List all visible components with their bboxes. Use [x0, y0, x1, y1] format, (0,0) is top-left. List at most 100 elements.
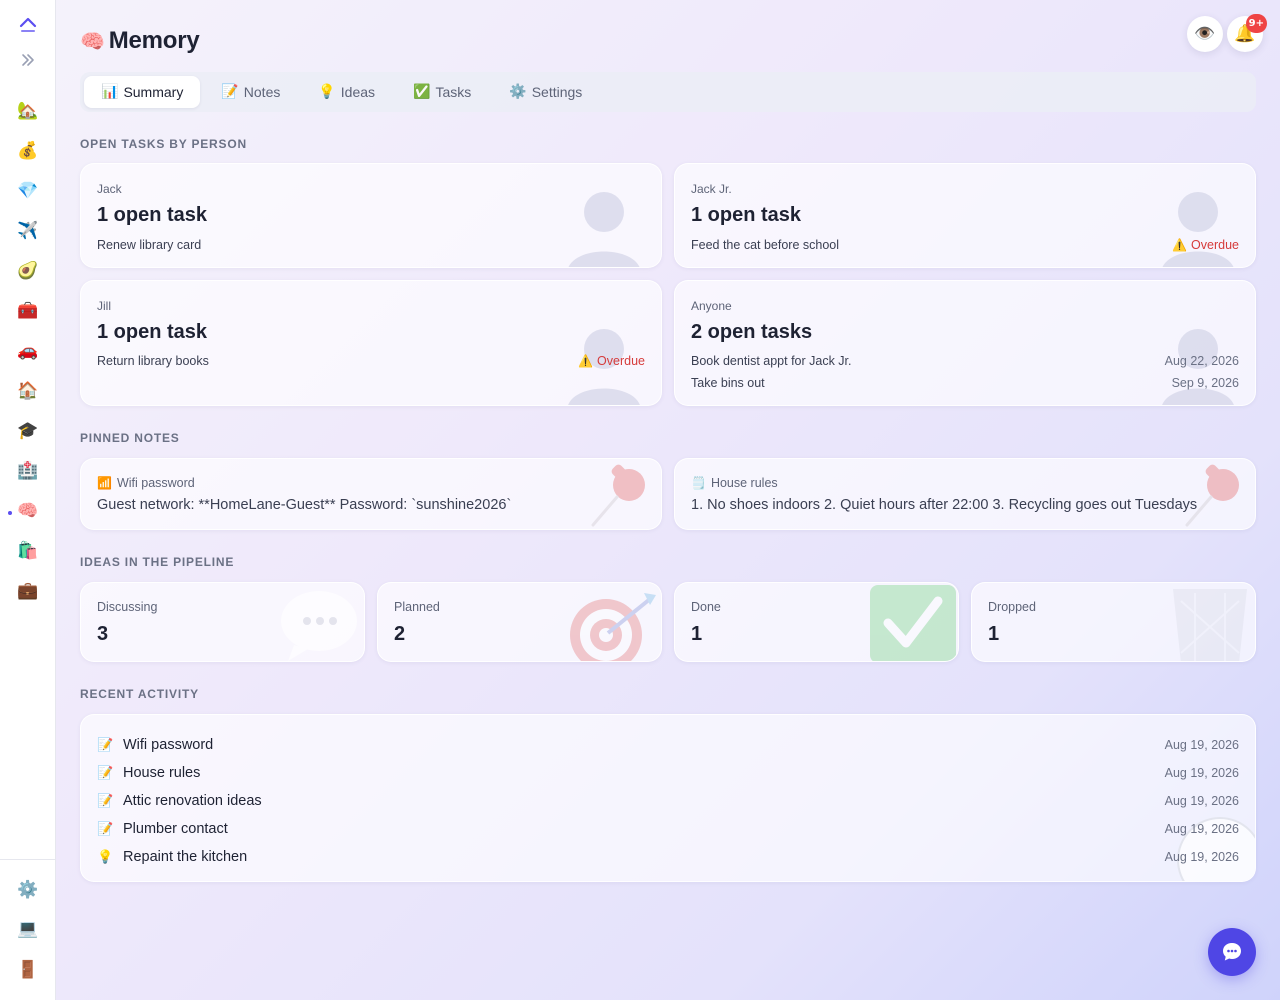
tab-notes[interactable]: 📝 Notes	[204, 76, 297, 108]
person-card-anyone[interactable]: Anyone 2 open tasks Book dentist appt fo…	[674, 280, 1256, 406]
task-row[interactable]: Return library books ⚠️ Overdue	[97, 352, 645, 370]
clock-watermark-icon	[1177, 817, 1255, 881]
sidebar-item-food[interactable]: 🥑	[12, 255, 44, 287]
notifications-button[interactable]: 🔔 9+	[1227, 14, 1267, 52]
sidebar-item-shopping[interactable]: 🛍️	[12, 535, 44, 567]
section-label-recent-activity: RECENT ACTIVITY	[80, 687, 199, 701]
sidebar-item-education[interactable]: 🎓	[12, 415, 44, 447]
sidebar-item-health[interactable]: 🏥	[12, 455, 44, 487]
target-icon	[570, 593, 656, 661]
idea-stage-label: Planned	[394, 600, 440, 614]
idea-stage-done[interactable]: Done 1	[674, 582, 959, 662]
activity-date: Aug 19, 2026	[1164, 738, 1239, 752]
person-card-jill[interactable]: Jill 1 open task Return library books ⚠️…	[80, 280, 662, 406]
task-due-date: Sep 9, 2026	[1171, 376, 1239, 390]
idea-stage-count: 1	[988, 623, 1000, 645]
task-text: Book dentist appt for Jack Jr.	[691, 354, 852, 368]
brain-icon: 🧠	[17, 501, 39, 521]
open-task-count: 2 open tasks	[691, 321, 813, 343]
section-label-pinned-notes: PINNED NOTES	[80, 431, 180, 445]
lightbulb-icon: 💡	[318, 84, 336, 100]
activity-row[interactable]: 💡 Repaint the kitchen Aug 19, 2026	[97, 846, 1239, 868]
overdue-label: Overdue	[597, 354, 645, 368]
sidebar: 🏡 💰 💎 ✈️ 🥑 🧰 🚗 🏠 🎓 🏥 🧠 🛍️ 💼 ⚙️ 💻 🚪	[0, 0, 56, 1000]
expand-sidebar-icon[interactable]	[19, 52, 37, 68]
task-text: Renew library card	[97, 238, 202, 252]
sidebar-item-gem[interactable]: 💎	[12, 175, 44, 207]
open-task-count: 1 open task	[97, 321, 208, 343]
person-name: Anyone	[691, 299, 732, 313]
note-title-text: Wifi password	[116, 476, 195, 490]
task-row[interactable]: Renew library card	[97, 236, 645, 254]
tab-label: Settings	[531, 84, 583, 100]
sidebar-item-money[interactable]: 💰	[12, 135, 44, 167]
activity-row[interactable]: 📝 Wifi password Aug 19, 2026	[97, 734, 1239, 756]
tab-tasks[interactable]: ✅ Tasks	[396, 76, 488, 108]
toolbox-icon: 🧰	[17, 301, 39, 321]
activity-date: Aug 19, 2026	[1164, 766, 1239, 780]
tab-summary[interactable]: 📊 Summary	[84, 76, 201, 108]
hospital-icon: 🏥	[17, 461, 39, 481]
car-icon: 🚗	[17, 341, 39, 361]
task-row[interactable]: Book dentist appt for Jack Jr. Aug 22, 2…	[691, 352, 1239, 370]
activity-title: Plumber contact	[123, 821, 228, 837]
section-label-ideas: IDEAS IN THE PIPELINE	[80, 555, 235, 569]
idea-stage-label: Discussing	[97, 600, 158, 614]
overdue-badge: ⚠️ Overdue	[578, 354, 645, 368]
idea-stage-planned[interactable]: Planned 2	[377, 582, 662, 662]
person-name: Jack Jr.	[691, 182, 732, 196]
signal-bars-icon: 📶	[97, 476, 112, 490]
visibility-button[interactable]: 👁️	[1187, 16, 1223, 52]
task-row[interactable]: Feed the cat before school ⚠️ Overdue	[691, 236, 1239, 254]
eye-icon: 👁️	[1194, 24, 1216, 44]
open-task-count: 1 open task	[97, 204, 208, 226]
recent-activity-card: 📝 Wifi password Aug 19, 2026 📝 House rules…	[80, 714, 1256, 882]
note-title: 📶 Wifi password	[97, 476, 195, 490]
speech-bubble-icon	[281, 591, 357, 661]
person-silhouette-icon	[568, 192, 640, 267]
overdue-badge: ⚠️ Overdue	[1172, 238, 1239, 252]
task-due-date: Aug 22, 2026	[1164, 354, 1239, 368]
activity-row[interactable]: 📝 Attic renovation ideas Aug 19, 2026	[97, 790, 1239, 812]
sidebar-item-computer[interactable]: 💻	[12, 913, 44, 945]
tab-settings[interactable]: ⚙️ Settings	[492, 76, 599, 108]
avocado-icon: 🥑	[17, 261, 39, 281]
sidebar-item-work[interactable]: 💼	[12, 575, 44, 607]
idea-stage-label: Done	[691, 600, 721, 614]
task-row[interactable]: Take bins out Sep 9, 2026	[691, 374, 1239, 392]
tab-label: Notes	[243, 84, 281, 100]
sidebar-item-logout[interactable]: 🚪	[12, 954, 44, 986]
sidebar-item-home-garden[interactable]: 🏡	[12, 95, 44, 127]
chat-button[interactable]	[1208, 928, 1256, 976]
door-icon: 🚪	[17, 960, 39, 980]
pinned-note-card[interactable]: 🗒️ House rules 1. No shoes indoors 2. Qu…	[674, 458, 1256, 530]
memo-icon: 📝	[97, 821, 114, 837]
task-text: Return library books	[97, 354, 209, 368]
activity-row[interactable]: 📝 Plumber contact Aug 19, 2026	[97, 818, 1239, 840]
memo-icon: 📝	[97, 765, 114, 781]
person-card-jack[interactable]: Jack 1 open task Renew library card	[80, 163, 662, 268]
sidebar-item-memory[interactable]: 🧠	[12, 495, 44, 527]
house-icon: 🏠	[17, 381, 39, 401]
activity-title: Attic renovation ideas	[123, 793, 262, 809]
app-logo-icon[interactable]	[18, 16, 38, 34]
sidebar-item-car[interactable]: 🚗	[12, 335, 44, 367]
tab-ideas[interactable]: 💡 Ideas	[301, 76, 392, 108]
sidebar-item-travel[interactable]: ✈️	[12, 215, 44, 247]
memo-icon: 📝	[97, 737, 114, 753]
person-card-jack-jr[interactable]: Jack Jr. 1 open task Feed the cat before…	[674, 163, 1256, 268]
gear-icon: ⚙️	[509, 84, 527, 100]
tab-label: Summary	[123, 84, 184, 100]
sidebar-item-settings[interactable]: ⚙️	[12, 874, 44, 906]
activity-row[interactable]: 📝 House rules Aug 19, 2026	[97, 762, 1239, 784]
sidebar-divider	[0, 859, 55, 860]
idea-stage-dropped[interactable]: Dropped 1	[971, 582, 1256, 662]
person-name: Jill	[97, 299, 111, 313]
tab-bar: 📊 Summary 📝 Notes 💡 Ideas ✅ Tasks ⚙️ Set…	[80, 72, 1256, 112]
task-text: Take bins out	[691, 376, 765, 390]
sidebar-item-house[interactable]: 🏠	[12, 375, 44, 407]
idea-stage-discussing[interactable]: Discussing 3	[80, 582, 365, 662]
idea-stage-count: 3	[97, 623, 109, 645]
pinned-note-card[interactable]: 📶 Wifi password Guest network: **HomeLan…	[80, 458, 662, 530]
sidebar-item-toolbox[interactable]: 🧰	[12, 295, 44, 327]
